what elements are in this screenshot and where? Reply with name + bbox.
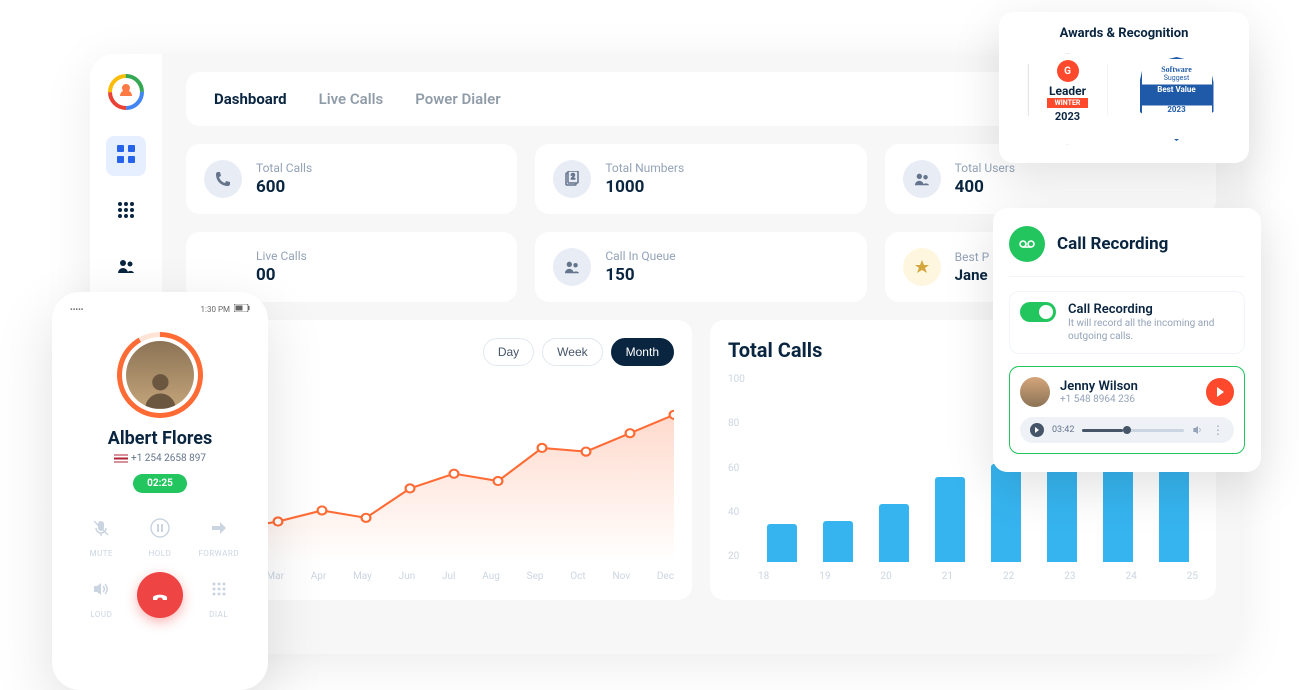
phone-icon <box>204 160 242 198</box>
dialpad-icon <box>202 572 236 606</box>
dial-button[interactable]: DIAL <box>189 572 248 619</box>
range-month-button[interactable]: Month <box>611 338 674 366</box>
caller-avatar-ring <box>117 332 203 418</box>
speaker-icon <box>84 572 118 606</box>
chart-title: Total Calls <box>728 338 822 362</box>
bar <box>991 464 1021 562</box>
recording-user-name: Jenny Wilson <box>1060 379 1196 394</box>
stat-label: Best P <box>955 250 990 264</box>
recording-item: Jenny Wilson +1 548 8964 236 03:42 ⋮ <box>1009 366 1245 454</box>
play-recording-button[interactable] <box>1206 378 1234 406</box>
sidebar-item-users[interactable] <box>106 248 146 288</box>
bar <box>823 521 853 562</box>
range-week-button[interactable]: Week <box>542 338 602 366</box>
sidebar-item-dashboard[interactable] <box>106 136 146 176</box>
call-timer: 02:25 <box>133 474 187 493</box>
stat-label: Call In Queue <box>605 249 675 263</box>
queue-icon <box>553 248 591 286</box>
stat-value: 1000 <box>605 177 684 197</box>
numbers-icon: 2 <box>553 160 591 198</box>
forward-button[interactable]: FORWARD <box>189 511 248 558</box>
bar <box>879 504 909 562</box>
audio-player: 03:42 ⋮ <box>1020 417 1234 443</box>
toggle-label: Call Recording <box>1068 302 1234 317</box>
line-chart-area <box>234 378 674 562</box>
recording-user-avatar <box>1020 377 1050 407</box>
us-flag-icon <box>114 454 128 463</box>
call-recording-card: Call Recording Call Recording It will re… <box>993 208 1261 472</box>
range-day-button[interactable]: Day <box>483 338 534 366</box>
stat-total-numbers: 2 Total Numbers 1000 <box>535 144 866 214</box>
audio-timestamp: 03:42 <box>1052 425 1074 435</box>
grid-icon <box>117 145 135 167</box>
tab-dashboard[interactable]: Dashboard <box>214 90 287 108</box>
people-icon <box>117 257 135 279</box>
caller-number: +1 254 2658 897 <box>60 453 260 464</box>
volume-icon[interactable] <box>1192 424 1204 436</box>
caller-avatar <box>126 341 194 409</box>
loud-button[interactable]: LOUD <box>72 572 131 619</box>
recording-title: Call Recording <box>1057 234 1168 254</box>
stat-value: 600 <box>256 177 312 197</box>
sidebar-item-dialpad[interactable] <box>106 192 146 232</box>
mute-button[interactable]: MUTE <box>72 511 131 558</box>
awards-card: Awards & Recognition G Leader WINTER 202… <box>999 12 1249 163</box>
bar <box>935 477 965 562</box>
star-icon <box>903 248 941 286</box>
forward-icon <box>202 511 236 545</box>
stat-label: Total Numbers <box>605 161 684 175</box>
g2-logo-icon: G <box>1057 60 1079 82</box>
voicemail-icon <box>1009 226 1045 262</box>
audio-play-button[interactable] <box>1030 423 1044 437</box>
phone-statusbar: ••••• 1:30 PM <box>60 302 260 316</box>
stat-label: Total Calls <box>256 161 312 175</box>
hangup-icon <box>137 572 183 618</box>
g2-leader-badge: G Leader WINTER 2023 <box>1028 53 1108 145</box>
tab-live-calls[interactable]: Live Calls <box>319 90 384 108</box>
battery-icon <box>234 304 250 314</box>
stat-value: Jane <box>955 266 990 284</box>
stat-label: Live Calls <box>256 249 307 263</box>
phone-mockup: ••••• 1:30 PM Albert Flores +1 254 2658 … <box>52 292 268 690</box>
hold-button[interactable]: HOLD <box>131 511 190 558</box>
stat-call-queue: Call In Queue 150 <box>535 232 866 302</box>
svg-text:2: 2 <box>571 173 575 181</box>
recording-toggle-row: Call Recording It will record all the in… <box>1009 291 1245 354</box>
tab-power-dialer[interactable]: Power Dialer <box>415 90 500 108</box>
stat-label: Total Users <box>955 161 1015 175</box>
stat-value: 400 <box>955 177 1015 197</box>
hold-icon <box>143 511 177 545</box>
recording-user-phone: +1 548 8964 236 <box>1060 394 1196 405</box>
status-time: 1:30 PM <box>201 305 230 314</box>
stat-total-calls: Total Calls 600 <box>186 144 517 214</box>
audio-more-button[interactable]: ⋮ <box>1212 423 1224 437</box>
users-icon <box>903 160 941 198</box>
mute-icon <box>84 511 118 545</box>
caller-name: Albert Flores <box>60 428 260 449</box>
app-logo <box>108 74 144 110</box>
toggle-description: It will record all the incoming and outg… <box>1068 317 1234 343</box>
hangup-button[interactable] <box>131 572 190 619</box>
stat-value: 00 <box>256 265 307 285</box>
software-suggest-badge: Software Suggest Best Value WINTER 2023 <box>1133 53 1221 145</box>
recording-toggle[interactable] <box>1020 302 1056 322</box>
dialpad-icon <box>117 201 135 223</box>
audio-seek-slider[interactable] <box>1082 429 1184 432</box>
bar <box>767 524 797 562</box>
stat-value: 150 <box>605 265 675 285</box>
signal-icon: ••••• <box>70 305 84 314</box>
awards-title: Awards & Recognition <box>1015 26 1233 41</box>
